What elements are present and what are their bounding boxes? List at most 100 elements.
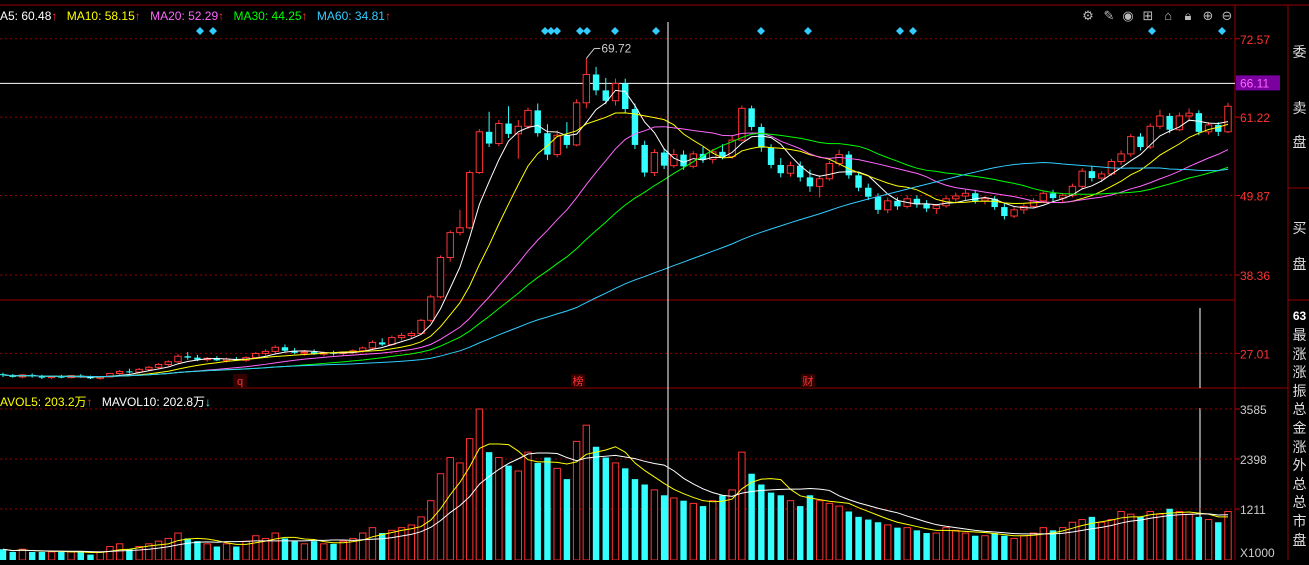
volume-bar bbox=[991, 533, 998, 560]
candle-body bbox=[952, 195, 960, 200]
volume-bar bbox=[923, 533, 930, 560]
candle-body bbox=[300, 351, 309, 354]
candle-body bbox=[961, 192, 970, 197]
side-stat-label: 涨 bbox=[1292, 438, 1307, 455]
volume-bar bbox=[1156, 513, 1164, 561]
volume-axis-label: 3585 bbox=[1240, 403, 1267, 417]
volume-bar bbox=[47, 551, 56, 561]
lock-icon[interactable]: 🔒︎ bbox=[1180, 8, 1196, 24]
volume-bar bbox=[174, 532, 182, 561]
settings-icon[interactable]: ⚙ bbox=[1080, 8, 1096, 24]
chart-background bbox=[0, 0, 1309, 560]
volume-bar bbox=[1185, 513, 1193, 561]
volume-bar bbox=[903, 527, 911, 561]
candle-body bbox=[1166, 115, 1173, 130]
candle-body bbox=[622, 83, 629, 110]
basket-icon[interactable]: ⊞ bbox=[1140, 8, 1156, 24]
volume-bar bbox=[67, 551, 75, 561]
volume-bar bbox=[699, 506, 707, 560]
volume-bar bbox=[388, 529, 396, 561]
side-label-buy-2: 盘 bbox=[1292, 256, 1307, 272]
volume-bar bbox=[611, 462, 620, 561]
ma5-legend: A5: 60.48↑ bbox=[0, 9, 58, 23]
volume-bar bbox=[835, 505, 843, 561]
side-stat-label: 振 bbox=[1292, 382, 1307, 399]
candle-body bbox=[680, 154, 687, 167]
volume-bar bbox=[961, 532, 970, 561]
volume-bar bbox=[777, 495, 784, 560]
volume-bar bbox=[894, 527, 901, 560]
volume-bar bbox=[544, 457, 551, 560]
volume-bar bbox=[1204, 519, 1213, 561]
volume-bar bbox=[87, 554, 94, 560]
candle-body bbox=[252, 352, 260, 359]
side-number: 63 bbox=[1292, 309, 1307, 323]
volume-bar bbox=[495, 457, 503, 561]
volume-bar bbox=[106, 546, 114, 561]
candle-body bbox=[184, 356, 191, 358]
price-axis-label: 61.22 bbox=[1240, 111, 1270, 125]
price-axis-label: 49.87 bbox=[1240, 190, 1270, 204]
side-stat-label: 总 bbox=[1292, 494, 1307, 511]
candle-body bbox=[1088, 171, 1096, 179]
candle-body bbox=[894, 200, 901, 207]
candle-body bbox=[825, 163, 834, 180]
volume-bar bbox=[485, 452, 493, 560]
volume-bar bbox=[397, 527, 406, 561]
candle-body bbox=[611, 82, 620, 102]
event-marker-finance: 财 bbox=[803, 374, 814, 388]
volume-bar bbox=[689, 502, 697, 561]
volume-bar bbox=[222, 543, 231, 561]
candle-body bbox=[1127, 136, 1135, 155]
zoom-in-icon[interactable]: ⊕ bbox=[1200, 8, 1216, 24]
candle-body bbox=[884, 200, 892, 211]
price-ma-legend: A5: 60.48↑ MA10: 58.15↑ MA20: 52.29↑ MA3… bbox=[0, 9, 397, 23]
volume-bar bbox=[660, 495, 668, 560]
candle-body bbox=[174, 355, 182, 363]
volume-bar bbox=[748, 473, 755, 560]
volume-bar bbox=[825, 502, 834, 561]
volume-bar bbox=[631, 479, 639, 560]
candle-body bbox=[1049, 193, 1057, 199]
candle-body bbox=[758, 126, 765, 148]
kline-chart-area[interactable]: 72.57 61.22 49.87 38.36 27.01 66.11 69.72 q 榜 财 35… bbox=[0, 0, 1309, 561]
volume-bar bbox=[932, 532, 941, 561]
volume-bar bbox=[38, 551, 46, 560]
volume-bar bbox=[1049, 530, 1057, 560]
volume-bar bbox=[845, 511, 853, 560]
zoom-out-icon[interactable]: ⊖ bbox=[1219, 8, 1235, 24]
candle-body bbox=[446, 232, 454, 258]
current-price-label: 66.11 bbox=[1240, 76, 1269, 90]
side-label-sell-1: 卖 bbox=[1292, 100, 1307, 116]
candle-body bbox=[1117, 153, 1125, 162]
volume-bar bbox=[572, 440, 581, 561]
candle-body bbox=[748, 108, 755, 127]
home-icon[interactable]: ⌂ bbox=[1160, 8, 1176, 24]
candle-body bbox=[572, 102, 581, 146]
volume-bar bbox=[1020, 535, 1028, 561]
volume-bar bbox=[650, 489, 659, 561]
volume-bar bbox=[378, 533, 386, 560]
volume-bar bbox=[913, 530, 921, 560]
pen-icon[interactable]: ✎ bbox=[1101, 8, 1117, 24]
candle-body bbox=[932, 205, 941, 209]
candle-body bbox=[126, 371, 133, 373]
eye-icon[interactable]: ◉ bbox=[1120, 8, 1136, 24]
volume-bar bbox=[1195, 516, 1203, 560]
volume-axis-label: 1211 bbox=[1240, 503, 1266, 517]
volume-bar bbox=[758, 484, 765, 560]
volume-bar bbox=[553, 467, 561, 561]
mavol10-legend: MAVOL10: 202.8万↓ bbox=[101, 395, 212, 409]
candle-body bbox=[495, 123, 503, 145]
candle-body bbox=[767, 147, 775, 165]
volume-bar bbox=[252, 535, 260, 561]
candlestick-chart[interactable]: 72.57 61.22 49.87 38.36 27.01 66.11 69.72 q 榜 财 35… bbox=[0, 0, 1309, 561]
side-stat-label: 外 bbox=[1292, 457, 1307, 474]
candle-body bbox=[436, 256, 445, 298]
side-label-sell-2: 盘 bbox=[1292, 134, 1307, 150]
candle-body bbox=[923, 204, 930, 209]
volume-bar bbox=[58, 551, 65, 560]
volume-bar bbox=[738, 451, 746, 561]
volume-bar bbox=[728, 489, 736, 561]
candle-body bbox=[660, 152, 668, 166]
